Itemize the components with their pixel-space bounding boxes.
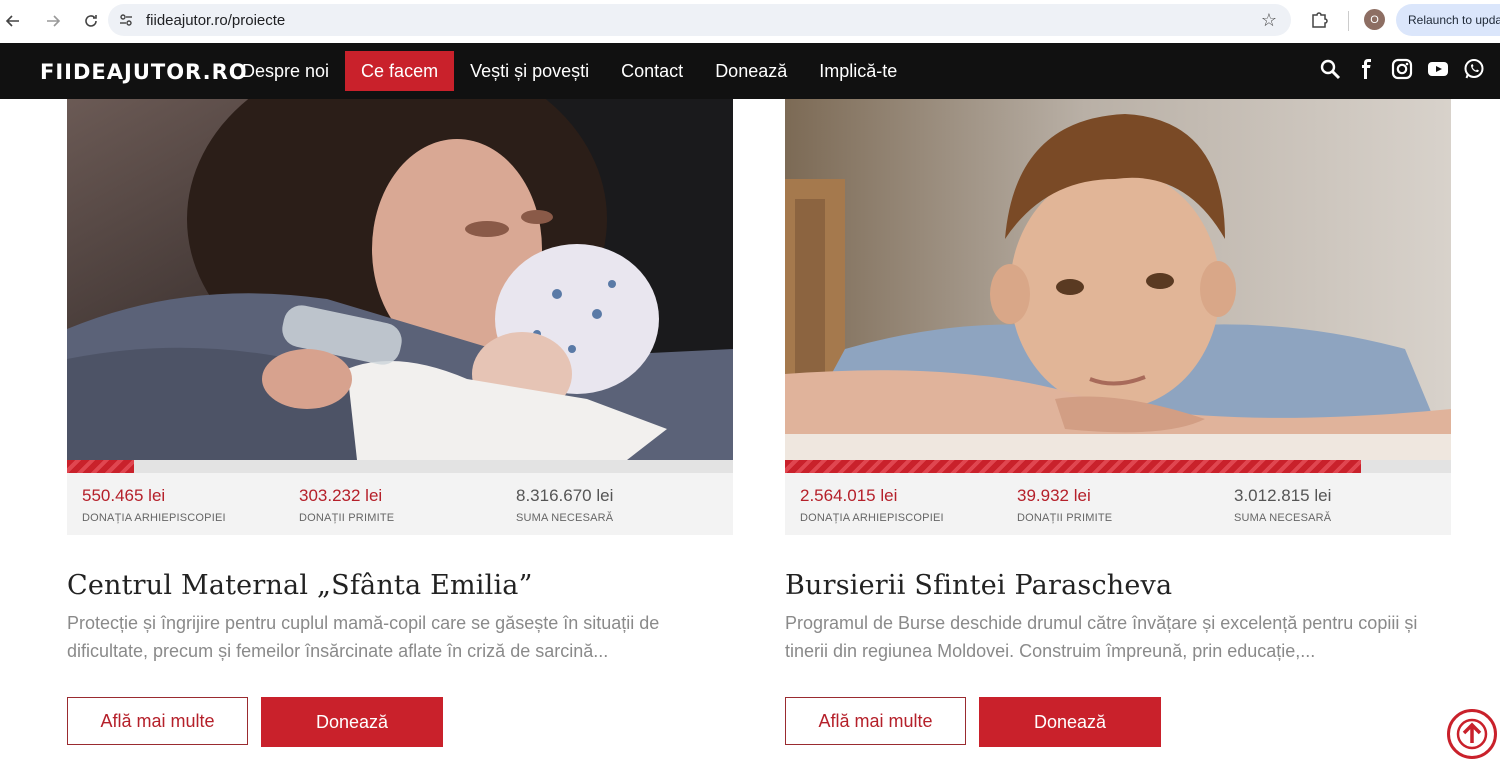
site-settings-icon[interactable]	[118, 12, 134, 28]
reload-icon[interactable]	[78, 8, 104, 34]
address-bar[interactable]: fiideajutor.ro/proiecte ☆	[108, 4, 1291, 36]
learn-more-button[interactable]: Află mai multe	[785, 697, 966, 745]
stat-value: 2.564.015 lei	[800, 486, 898, 505]
relaunch-button[interactable]: Relaunch to upda	[1396, 4, 1500, 36]
youtube-icon[interactable]	[1426, 57, 1450, 81]
search-icon[interactable]	[1318, 57, 1342, 81]
stat-label: DONAȚIA ARHIEPISCOPIEI	[800, 512, 944, 524]
card-actions: Află mai multe Donează	[785, 697, 1451, 747]
stat-value: 550.465 lei	[82, 486, 166, 505]
stat-value: 303.232 lei	[299, 486, 383, 505]
menu-item-ce-facem[interactable]: Ce facem	[345, 51, 455, 91]
project-card: 2.564.015 lei DONAȚIA ARHIEPISCOPIEI 39.…	[785, 99, 1451, 747]
scroll-to-top-button[interactable]	[1447, 709, 1497, 759]
project-title[interactable]: Bursierii Sfintei Parascheva	[785, 570, 1451, 601]
stat-amount-needed: 3.012.815 lei SUMA NECESARĂ	[1234, 486, 1451, 535]
menu-item-contact[interactable]: Contact	[605, 51, 699, 91]
whatsapp-icon[interactable]	[1462, 57, 1486, 81]
stat-label: SUMA NECESARĂ	[1234, 512, 1332, 524]
header-icons	[1318, 57, 1486, 81]
menu-item-doneaza[interactable]: Donează	[699, 51, 803, 91]
main-menu: Despre noi Ce facem Vești și povești Con…	[226, 51, 913, 91]
stat-value: 39.932 lei	[1017, 486, 1091, 505]
menu-item-vesti[interactable]: Vești și povești	[454, 51, 605, 91]
stat-donations-received: 39.932 lei DONAȚII PRIMITE	[1017, 486, 1234, 535]
stat-value: 3.012.815 lei	[1234, 486, 1332, 505]
stat-label: DONAȚII PRIMITE	[1017, 512, 1113, 524]
profile-avatar[interactable]: O	[1364, 9, 1385, 30]
funding-stats: 2.564.015 lei DONAȚIA ARHIEPISCOPIEI 39.…	[785, 473, 1451, 535]
browser-toolbar: fiideajutor.ro/proiecte ☆ O Relaunch to …	[0, 0, 1500, 42]
donate-button[interactable]: Donează	[979, 697, 1161, 747]
stat-label: DONAȚII PRIMITE	[299, 512, 395, 524]
project-title[interactable]: Centrul Maternal „Sfânta Emilia”	[67, 570, 733, 601]
stat-value: 8.316.670 lei	[516, 486, 614, 505]
instagram-icon[interactable]	[1390, 57, 1414, 81]
arrow-up-icon	[1456, 718, 1488, 750]
project-photo-boy[interactable]	[785, 99, 1451, 460]
facebook-icon[interactable]	[1354, 57, 1378, 81]
funding-progress-fill	[785, 460, 1362, 473]
stat-archdiocese-donation: 2.564.015 lei DONAȚIA ARHIEPISCOPIEI	[800, 486, 1017, 535]
learn-more-button[interactable]: Află mai multe	[67, 697, 248, 745]
funding-progress-bar	[67, 460, 733, 473]
stat-label: DONAȚIA ARHIEPISCOPIEI	[82, 512, 226, 524]
stat-amount-needed: 8.316.670 lei SUMA NECESARĂ	[516, 486, 733, 535]
stat-label: SUMA NECESARĂ	[516, 512, 614, 524]
url-text[interactable]: fiideajutor.ro/proiecte	[146, 12, 285, 29]
project-photo-mother-baby[interactable]	[67, 99, 733, 460]
stat-archdiocese-donation: 550.465 lei DONAȚIA ARHIEPISCOPIEI	[82, 486, 299, 535]
card-actions: Află mai multe Donează	[67, 697, 733, 747]
project-card: 550.465 lei DONAȚIA ARHIEPISCOPIEI 303.2…	[67, 99, 733, 747]
project-description: Protecție și îngrijire pentru cuplul mam…	[67, 613, 660, 661]
funding-progress-fill	[67, 460, 134, 473]
project-description: Programul de Burse deschide drumul către…	[785, 613, 1418, 661]
menu-item-implica-te[interactable]: Implică-te	[803, 51, 913, 91]
back-arrow-icon[interactable]	[0, 8, 26, 34]
donate-button[interactable]: Donează	[261, 697, 443, 747]
funding-stats: 550.465 lei DONAȚIA ARHIEPISCOPIEI 303.2…	[67, 473, 733, 535]
stat-donations-received: 303.232 lei DONAȚII PRIMITE	[299, 486, 516, 535]
bookmark-star-icon[interactable]: ☆	[1261, 10, 1277, 31]
forward-arrow-icon[interactable]	[40, 8, 66, 34]
site-header: FIIDEAJUTOR.RO Despre noi Ce facem Vești…	[0, 43, 1500, 99]
site-logo[interactable]: FIIDEAJUTOR.RO	[40, 60, 248, 84]
toolbar-divider	[1348, 11, 1349, 31]
menu-item-despre-noi[interactable]: Despre noi	[226, 51, 345, 91]
funding-progress-bar	[785, 460, 1451, 473]
extensions-puzzle-icon[interactable]	[1308, 9, 1330, 31]
